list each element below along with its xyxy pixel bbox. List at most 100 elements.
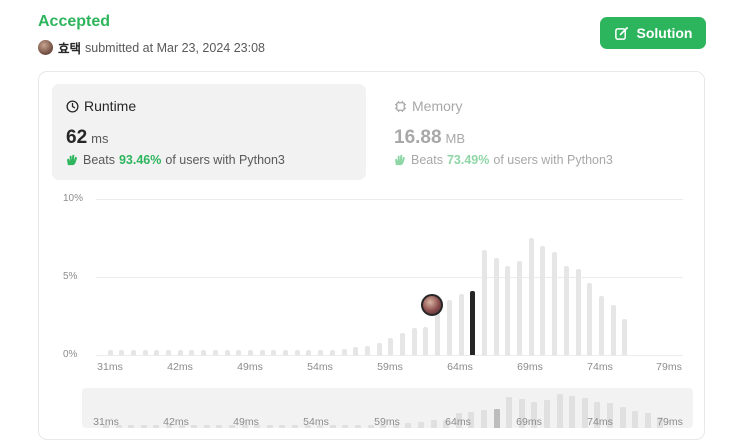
mini-bar <box>355 425 361 428</box>
gridline <box>96 277 683 278</box>
mini-bar <box>569 395 576 428</box>
submission-status: Accepted <box>38 13 111 30</box>
mini-bar <box>418 421 424 428</box>
chart-bar[interactable] <box>306 350 312 355</box>
chart-bar[interactable] <box>329 349 335 355</box>
chart-bar[interactable] <box>189 350 195 355</box>
chart-bar[interactable] <box>224 350 230 355</box>
chart-bar[interactable] <box>259 350 265 355</box>
submitted-time: submitted at Mar 23, 2024 23:08 <box>85 40 265 55</box>
mini-bar <box>405 422 412 428</box>
chart-bar[interactable] <box>622 319 628 355</box>
mini-x-tick-label: 79ms <box>657 416 683 428</box>
chart-bar[interactable] <box>142 350 148 355</box>
chart-bar[interactable] <box>598 295 604 355</box>
chart-bar[interactable] <box>400 333 405 355</box>
chart-bar[interactable] <box>610 305 616 355</box>
chart-bar[interactable] <box>212 350 218 355</box>
chart-bar[interactable] <box>201 350 207 355</box>
solution-label: Solution <box>636 25 693 41</box>
chart-bar[interactable] <box>318 350 324 355</box>
chart-bar[interactable] <box>575 269 581 355</box>
mini-bar <box>292 425 298 428</box>
chart-bar[interactable] <box>119 350 125 355</box>
x-tick-label: 64ms <box>447 361 473 373</box>
mini-x-tick-label: 69ms <box>516 416 542 428</box>
chart-bar[interactable] <box>283 350 288 355</box>
mini-x-tick-label: 74ms <box>587 416 613 428</box>
mini-bar <box>556 393 563 428</box>
memory-label: Memory <box>412 98 463 114</box>
chart-bar[interactable] <box>458 294 464 355</box>
mini-x-tick-label: 59ms <box>374 416 400 428</box>
gridline <box>96 199 683 200</box>
chart-bar[interactable] <box>540 245 546 355</box>
chart-bar[interactable] <box>376 342 382 355</box>
mini-bar <box>506 397 513 428</box>
mini-bar <box>493 409 500 428</box>
mini-bar <box>266 425 273 428</box>
chart-range-slider[interactable]: 31ms 42ms 49ms 54ms 59ms 64ms 69ms 74ms 79ms <box>82 388 693 428</box>
chart-bar[interactable] <box>353 347 359 355</box>
chart-bar[interactable] <box>493 258 499 355</box>
mini-x-tick-label: 64ms <box>445 416 471 428</box>
chart-bar[interactable] <box>423 326 429 355</box>
mini-bar <box>430 420 437 428</box>
mini-bar <box>153 425 160 428</box>
chart-bar[interactable] <box>247 350 253 355</box>
chart-bar[interactable] <box>130 350 136 355</box>
chart-bar[interactable] <box>341 348 347 355</box>
x-tick-label: 49ms <box>237 361 263 373</box>
memory-panel[interactable]: Memory 16.88 MB Beats 73.49% of users wit… <box>380 84 694 180</box>
x-tick-label: 59ms <box>377 361 403 373</box>
clock-icon <box>66 99 79 113</box>
mini-bar <box>128 425 135 428</box>
runtime-beats-suffix: of users with Python3 <box>165 153 285 167</box>
x-tick-label: 74ms <box>587 361 613 373</box>
runtime-unit: ms <box>91 131 109 146</box>
chart-bar[interactable] <box>517 261 522 355</box>
x-tick-label: 54ms <box>307 361 333 373</box>
x-tick-label: 31ms <box>97 361 123 373</box>
clap-icon <box>394 154 406 166</box>
solution-button[interactable]: Solution <box>600 17 706 49</box>
chart-bar[interactable] <box>587 283 593 355</box>
chart-bar[interactable] <box>481 250 487 355</box>
chart-bar[interactable] <box>166 350 171 355</box>
chart-bar[interactable] <box>388 337 394 355</box>
chart-bar[interactable] <box>446 300 452 355</box>
runtime-value: 62 <box>66 127 88 148</box>
mini-bar <box>632 410 639 428</box>
mini-bar <box>216 425 223 428</box>
mini-x-tick-label: 31ms <box>93 416 119 428</box>
chart-bar[interactable] <box>411 328 417 355</box>
selected-bar[interactable] <box>470 291 476 355</box>
chart-bar[interactable] <box>154 350 160 355</box>
my-submission-marker[interactable] <box>421 294 443 316</box>
memory-beats-prefix: Beats <box>411 153 443 167</box>
mini-bar <box>619 406 626 428</box>
username[interactable]: 효택 <box>58 38 81 57</box>
mini-bar <box>279 425 286 428</box>
avatar[interactable] <box>38 40 53 55</box>
x-tick-label: 42ms <box>167 361 193 373</box>
chart-bar[interactable] <box>528 238 534 355</box>
mini-bar <box>342 425 349 428</box>
mini-bar <box>544 400 550 428</box>
chart-bar[interactable] <box>177 350 183 355</box>
chart-bar[interactable] <box>107 350 113 355</box>
memory-value: 16.88 <box>394 127 442 148</box>
mini-x-tick-label: 42ms <box>163 416 189 428</box>
chart-bar[interactable] <box>294 350 300 355</box>
chart-bar[interactable] <box>563 266 569 355</box>
chart-bar[interactable] <box>364 345 370 355</box>
y-tick-label: 0% <box>63 349 78 360</box>
chart-bar[interactable] <box>236 350 242 355</box>
chart-bar[interactable] <box>505 266 511 355</box>
chart-bar[interactable] <box>552 252 558 355</box>
chart-bar[interactable] <box>271 350 277 355</box>
mini-bar <box>191 425 198 428</box>
runtime-panel[interactable]: Runtime 62 ms Beats 93.46% of users with … <box>52 84 366 180</box>
chip-icon <box>394 100 407 112</box>
x-tick-label: 79ms <box>656 361 682 373</box>
